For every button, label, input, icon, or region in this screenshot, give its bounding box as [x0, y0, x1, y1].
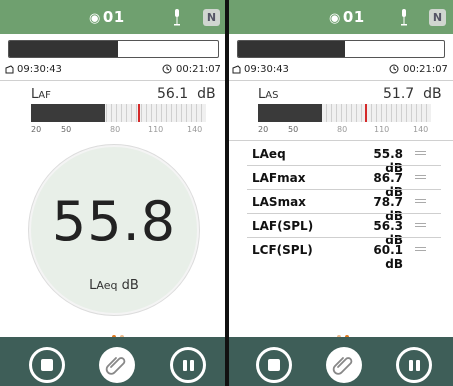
tick-label: 140: [187, 125, 203, 134]
pause-icon: [416, 360, 420, 371]
list-item[interactable]: LAeq 55.8 dB: [229, 142, 453, 175]
record-time: 09:30:43: [232, 64, 289, 75]
clock-icon: [389, 64, 399, 74]
attach-button[interactable]: [326, 347, 362, 383]
notification-badge[interactable]: N: [429, 9, 446, 26]
tick-label: 20: [258, 125, 269, 134]
channel-number: ◉ 01: [89, 8, 125, 26]
meter-value: 56.1 dB: [157, 86, 216, 102]
record-icon: [232, 64, 241, 73]
pause-icon: [409, 360, 413, 371]
list-item-name: LCF(SPL): [252, 243, 313, 257]
paperclip-icon: [105, 357, 126, 375]
meter-label: LAF: [31, 87, 51, 102]
circle-icon: ◉: [329, 11, 341, 26]
peak-marker: [137, 104, 140, 122]
tick-label: 140: [413, 125, 429, 134]
pause-icon: [190, 360, 194, 371]
stop-icon: [41, 359, 53, 371]
stop-button[interactable]: [29, 347, 65, 383]
level-fill: [31, 104, 105, 122]
elapsed-time: 00:21:07: [162, 64, 221, 75]
pause-button[interactable]: [170, 347, 206, 383]
progress-fill: [238, 41, 346, 57]
list-item[interactable]: LAF(SPL) 56.3 dB: [229, 214, 453, 247]
level-bar: [31, 104, 206, 122]
channel-number: ◉ 01: [329, 8, 365, 26]
list-item-name: LAeq: [252, 147, 286, 161]
tick-label: 80: [337, 125, 348, 134]
tick-label: 110: [374, 125, 390, 134]
elapsed-time: 00:21:07: [389, 64, 448, 75]
drag-handle-icon[interactable]: [415, 199, 426, 205]
drag-handle-icon[interactable]: [415, 175, 426, 181]
clock-icon: [162, 64, 172, 74]
peak-marker: [365, 104, 368, 122]
level-ticks: [91, 104, 206, 122]
divider: [0, 80, 225, 81]
main-level-unit: LAeq dB: [89, 278, 139, 293]
tick-label: 80: [110, 125, 121, 134]
progress-fill: [9, 41, 118, 57]
record-time: 09:30:43: [5, 64, 62, 75]
list-item-name: LASmax: [252, 195, 306, 209]
pause-button[interactable]: [396, 347, 432, 383]
bottom-toolbar: [0, 337, 225, 386]
microphone-icon: [174, 9, 180, 26]
list-item-name: LAFmax: [252, 171, 306, 185]
level-bar: [258, 104, 431, 122]
drag-handle-icon[interactable]: [415, 223, 426, 229]
meter-label: LAS: [258, 87, 279, 102]
pause-icon: [183, 360, 187, 371]
microphone-icon: [401, 9, 407, 26]
storage-progress-bar: [237, 40, 445, 58]
list-item[interactable]: LAFmax 86.7 dB: [229, 166, 453, 199]
level-fill: [258, 104, 322, 122]
level-ticks: [316, 104, 431, 122]
tick-label: 110: [148, 125, 164, 134]
list-item-value: 60.1 dB: [373, 243, 403, 271]
drag-handle-icon[interactable]: [415, 151, 426, 157]
left-panel: ◉ 01 N 09:30:43 00:21:07 LAF 56.1 dB 20 5…: [0, 0, 225, 386]
storage-progress-bar: [8, 40, 219, 58]
main-level-value: 55.8: [51, 190, 177, 253]
circle-icon: ◉: [89, 11, 101, 26]
tick-label: 50: [288, 125, 299, 134]
paperclip-icon: [332, 357, 353, 375]
status-bar: ◉ 01 N: [0, 0, 225, 34]
tick-label: 20: [31, 125, 42, 134]
notification-badge[interactable]: N: [203, 9, 220, 26]
divider: [229, 140, 453, 141]
stop-button[interactable]: [256, 347, 292, 383]
tick-label: 50: [61, 125, 72, 134]
meter-value: 51.7 dB: [383, 86, 442, 102]
status-bar: ◉ 01 N: [229, 0, 453, 34]
right-panel: ◉ 01 N 09:30:43 00:21:07 LAS 51.7 dB 20 5…: [229, 0, 453, 386]
list-item[interactable]: LASmax 78.7 dB: [229, 190, 453, 223]
drag-handle-icon[interactable]: [415, 247, 426, 253]
attach-button[interactable]: [99, 347, 135, 383]
stop-icon: [268, 359, 280, 371]
list-item[interactable]: LCF(SPL) 60.1 dB: [229, 238, 453, 271]
divider: [229, 80, 453, 81]
list-item-name: LAF(SPL): [252, 219, 314, 233]
bottom-toolbar: [229, 337, 453, 386]
record-icon: [5, 64, 14, 73]
